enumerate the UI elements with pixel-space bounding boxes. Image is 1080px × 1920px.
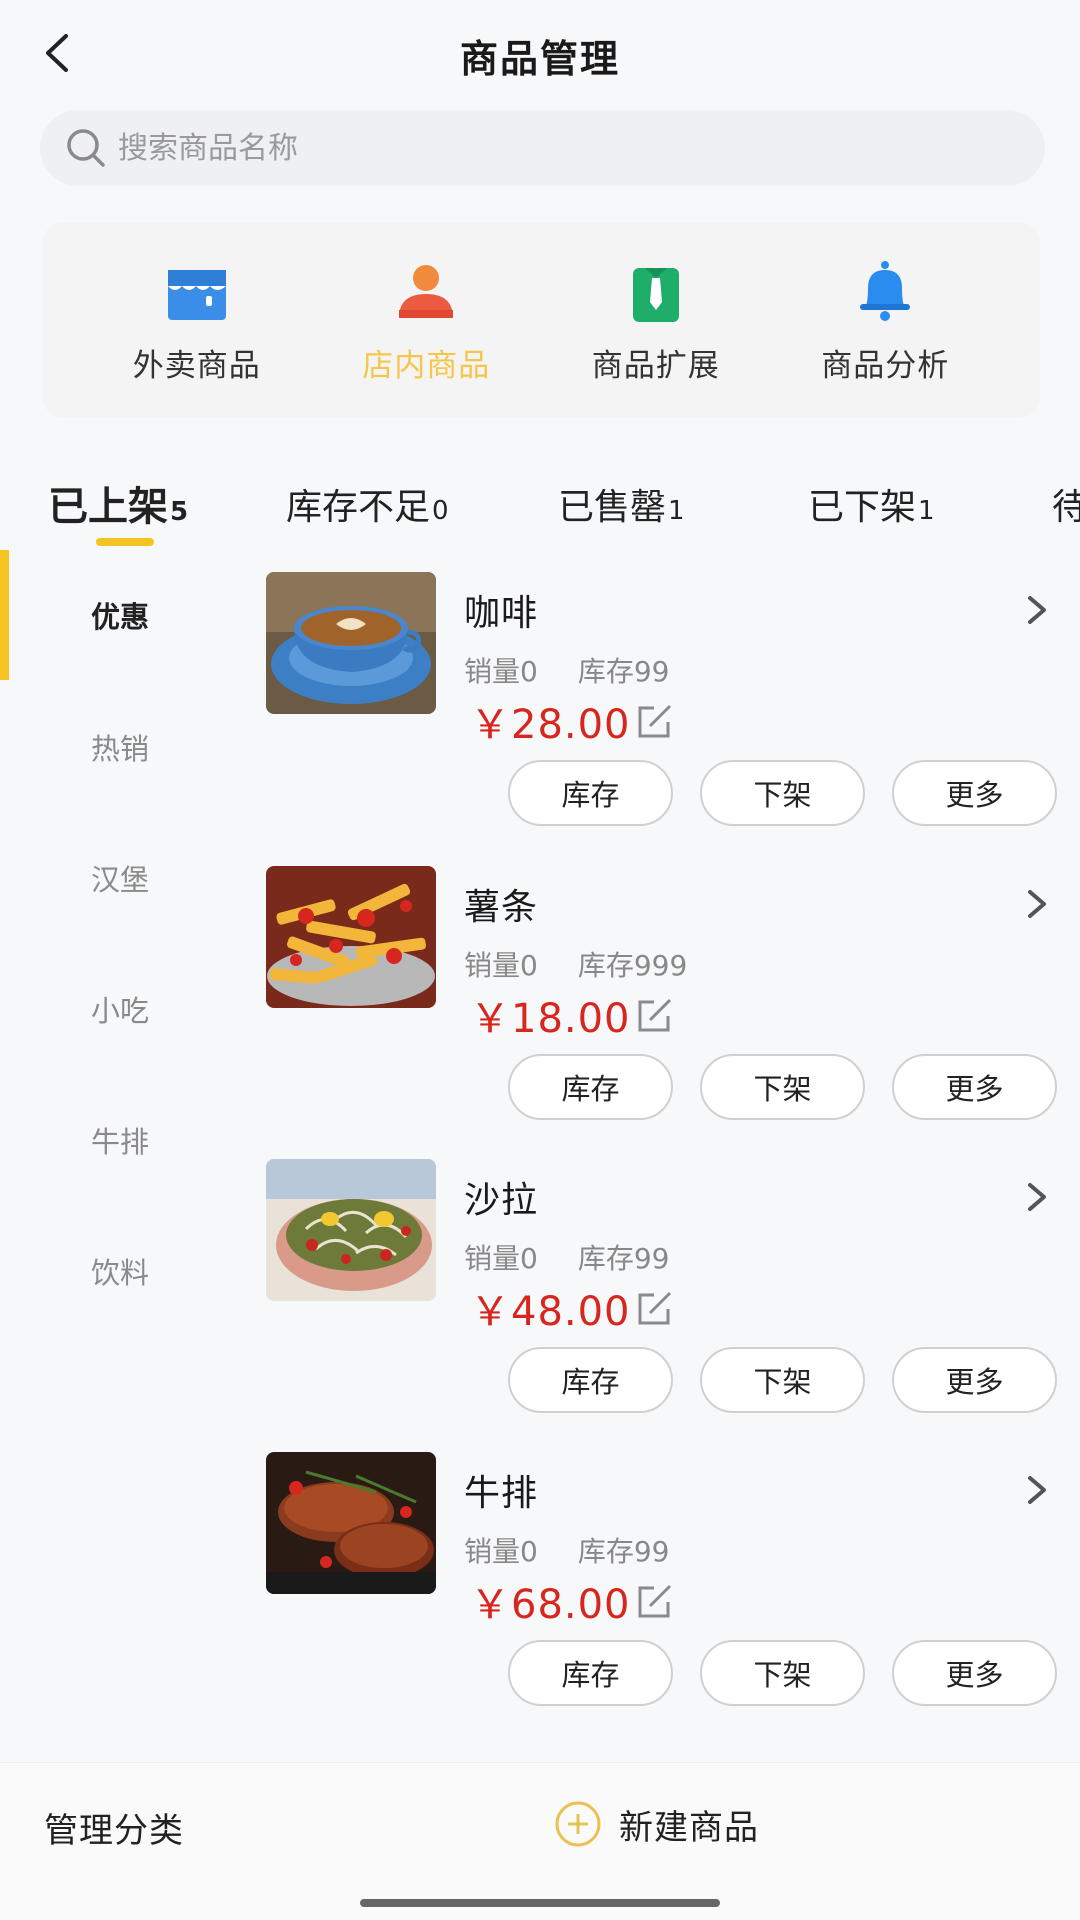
- product-price: ￥48.00: [470, 1289, 631, 1335]
- tab-low-stock[interactable]: 库存不足0: [286, 478, 449, 530]
- search-icon: [67, 129, 105, 167]
- category-card: 外卖商品 店内商品 商品扩展 商品分析: [42, 222, 1040, 418]
- search-bar[interactable]: [40, 110, 1045, 186]
- more-button[interactable]: 更多: [892, 1054, 1057, 1120]
- product-price: ￥28.00: [470, 702, 631, 748]
- product-stock: 库存99: [577, 655, 670, 688]
- category-label-active: 店内商品: [362, 347, 491, 384]
- product-item[interactable]: 咖啡 销量0 库存99 ￥28.00 库存 下架 更多: [266, 572, 1066, 862]
- stock-button[interactable]: 库存: [508, 1054, 673, 1120]
- page-title: 商品管理: [459, 37, 620, 81]
- tab-count: 0: [432, 496, 449, 526]
- edit-icon[interactable]: [634, 1287, 676, 1329]
- category-label: 商品分析: [821, 347, 950, 384]
- bottom-bar: 管理分类 新建商品: [0, 1762, 1080, 1920]
- product-price: ￥18.00: [470, 996, 631, 1042]
- category-in-store[interactable]: 店内商品: [326, 256, 526, 385]
- product-meta: 销量0 库存99: [464, 1530, 669, 1570]
- tab-count: 5: [170, 497, 189, 527]
- fries-image: [266, 866, 436, 1008]
- product-name: 牛排: [464, 1473, 539, 1514]
- product-stock: 库存99: [577, 1242, 670, 1275]
- side-category-steak[interactable]: 牛排: [0, 1119, 240, 1161]
- salad-image: [266, 1159, 436, 1301]
- category-label: 商品扩展: [591, 347, 720, 384]
- status-tabs: 已上架5 库存不足0 已售罄1 已下架1 待: [0, 462, 1080, 552]
- more-button[interactable]: 更多: [892, 1640, 1057, 1706]
- tab-listed[interactable]: 已上架5: [48, 474, 188, 532]
- side-category-drinks[interactable]: 饮料: [0, 1250, 240, 1292]
- chevron-right-icon[interactable]: [1022, 1177, 1052, 1217]
- product-sales: 销量0: [464, 655, 538, 688]
- new-product-label: 新建商品: [619, 1807, 759, 1848]
- product-stock: 库存99: [577, 1535, 670, 1568]
- product-name: 沙拉: [464, 1180, 539, 1221]
- storefront-icon: [162, 256, 232, 326]
- stock-button[interactable]: 库存: [508, 1640, 673, 1706]
- more-button[interactable]: 更多: [892, 760, 1057, 826]
- active-tab-indicator: [96, 538, 154, 546]
- category-analysis[interactable]: 商品分析: [785, 256, 985, 385]
- chevron-right-icon[interactable]: [1022, 884, 1052, 924]
- new-product-button[interactable]: 新建商品: [553, 1799, 759, 1849]
- unlist-button[interactable]: 下架: [700, 760, 865, 826]
- product-price: ￥68.00: [470, 1582, 631, 1628]
- more-button[interactable]: 更多: [892, 1347, 1057, 1413]
- coffee-image: [266, 572, 436, 714]
- unlist-button[interactable]: 下架: [700, 1347, 865, 1413]
- tab-label: 库存不足: [286, 487, 431, 528]
- stock-button[interactable]: 库存: [508, 1347, 673, 1413]
- chevron-right-icon[interactable]: [1022, 590, 1052, 630]
- chevron-right-icon[interactable]: [1022, 1470, 1052, 1510]
- stock-button[interactable]: 库存: [508, 760, 673, 826]
- product-sales: 销量0: [464, 949, 538, 982]
- tab-label: 已上架: [48, 484, 168, 530]
- product-item[interactable]: 牛排 销量0 库存99 ￥68.00 库存 下架 更多: [266, 1452, 1066, 1742]
- tab-sold-out[interactable]: 已售罄1: [558, 478, 685, 530]
- product-meta: 销量0 库存99: [464, 650, 669, 690]
- product-meta: 销量0 库存999: [464, 944, 687, 984]
- side-category-discount[interactable]: 优惠: [0, 594, 240, 636]
- tab-label: 已售罄: [558, 487, 667, 528]
- unlist-button[interactable]: 下架: [700, 1054, 865, 1120]
- edit-icon[interactable]: [634, 994, 676, 1036]
- tab-count: 1: [918, 496, 935, 526]
- product-name: 咖啡: [464, 593, 539, 634]
- tab-label: 待: [1052, 487, 1080, 528]
- product-stock: 库存999: [577, 949, 688, 982]
- product-item[interactable]: 薯条 销量0 库存999 ￥18.00 库存 下架 更多: [266, 866, 1066, 1156]
- product-management-page: 商品管理 外卖商品: [0, 0, 1080, 1920]
- product-name: 薯条: [464, 887, 539, 928]
- search-input[interactable]: [118, 130, 918, 166]
- side-category-burger[interactable]: 汉堡: [0, 857, 240, 899]
- product-meta: 销量0 库存99: [464, 1237, 669, 1277]
- tab-count: 1: [668, 496, 685, 526]
- tab-unlisted[interactable]: 已下架1: [808, 478, 935, 530]
- bell-icon: [850, 256, 920, 326]
- side-category-hot[interactable]: 热销: [0, 726, 240, 768]
- shirt-tie-icon: [621, 256, 691, 326]
- unlist-button[interactable]: 下架: [700, 1640, 865, 1706]
- edit-icon[interactable]: [634, 1580, 676, 1622]
- top-bar: 商品管理: [0, 0, 1080, 105]
- steak-image: [266, 1452, 436, 1594]
- home-indicator: [360, 1899, 720, 1907]
- tab-label: 已下架: [808, 487, 917, 528]
- plus-circle-icon: [555, 1801, 601, 1847]
- person-icon: [391, 256, 461, 326]
- product-sales: 销量0: [464, 1535, 538, 1568]
- manage-categories-button[interactable]: 管理分类: [44, 1803, 184, 1852]
- category-label: 外卖商品: [132, 347, 261, 384]
- edit-icon[interactable]: [634, 700, 676, 742]
- category-extension[interactable]: 商品扩展: [556, 256, 756, 385]
- category-takeout[interactable]: 外卖商品: [97, 256, 297, 385]
- product-item[interactable]: 沙拉 销量0 库存99 ￥48.00 库存 下架 更多: [266, 1159, 1066, 1449]
- product-sales: 销量0: [464, 1242, 538, 1275]
- tab-pending[interactable]: 待: [1052, 478, 1080, 530]
- side-category-snack[interactable]: 小吃: [0, 988, 240, 1030]
